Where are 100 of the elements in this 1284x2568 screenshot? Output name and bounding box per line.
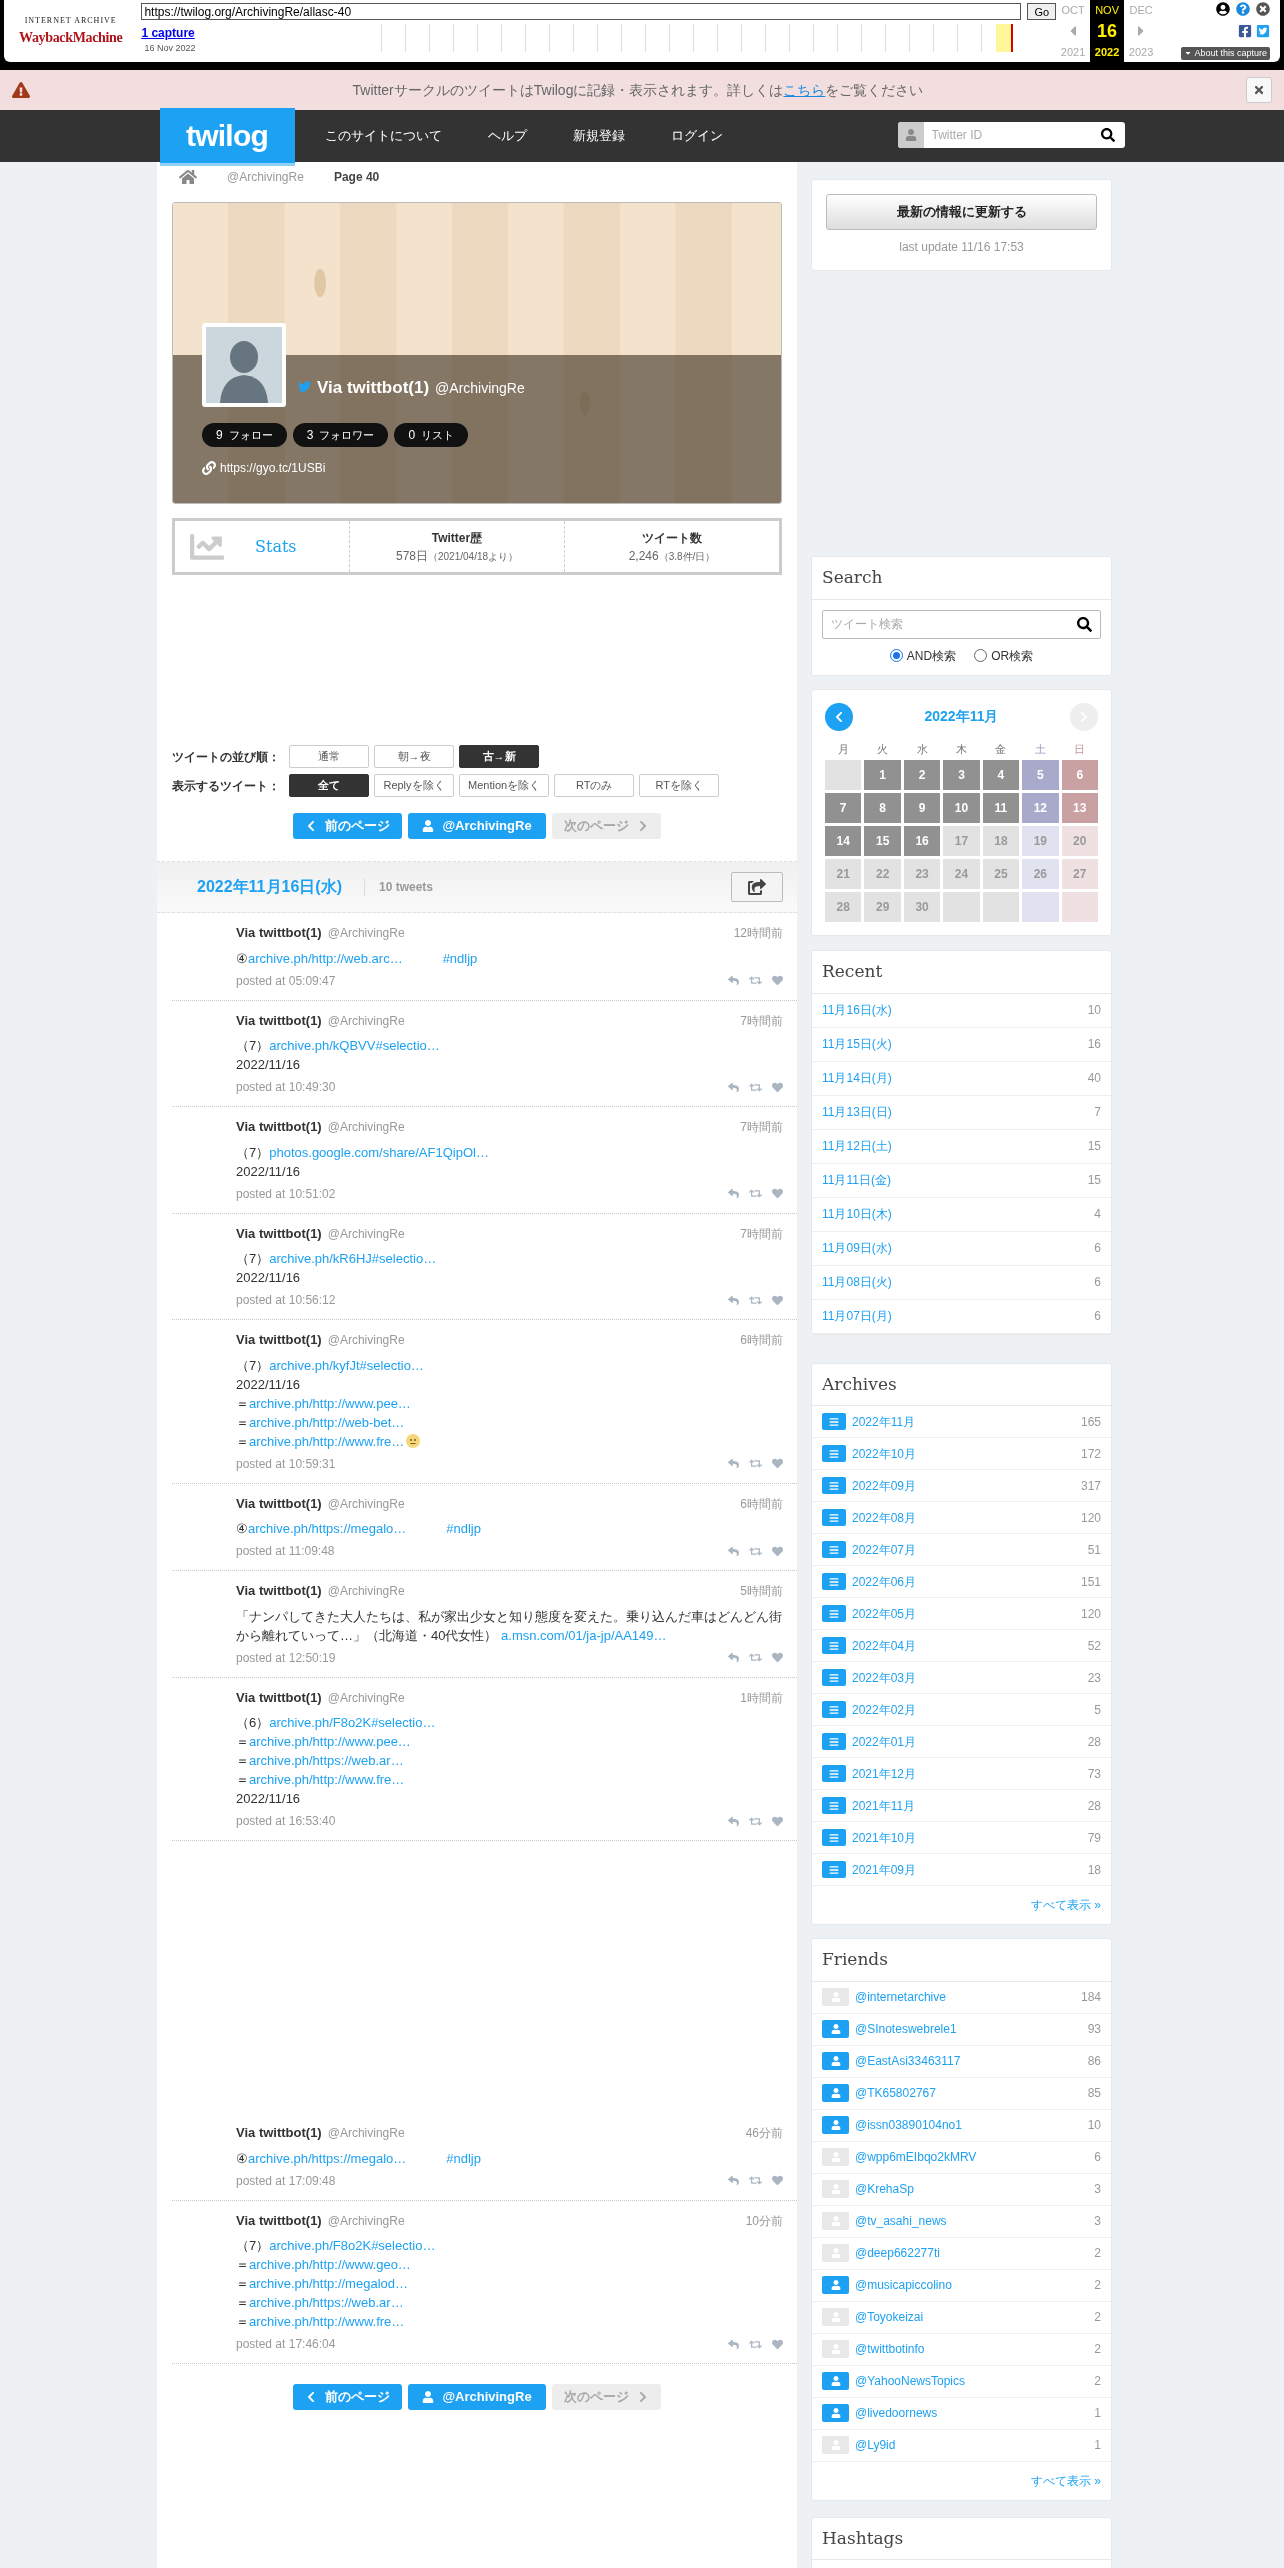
calendar-day[interactable]: 1	[864, 760, 901, 790]
author-name[interactable]: Via twittbot(1)	[236, 1010, 322, 1030]
previous-page-button[interactable]: 前のページ	[293, 2384, 402, 2410]
author-handle[interactable]: @ArchivingRe	[327, 1582, 405, 1600]
close-icon[interactable]	[1256, 2, 1270, 16]
link[interactable]: archive.ph/F8o2K#selectio…	[269, 2238, 436, 2253]
link[interactable]: archive.ph/F8o2K#selectio…	[269, 1715, 436, 1730]
link[interactable]: archive.ph/http://www.pee…	[249, 1395, 411, 1411]
recent-day-link[interactable]: 11月12日(土)	[822, 1137, 892, 1155]
author-name[interactable]: Via twittbot(1)	[236, 923, 322, 943]
filter-option[interactable]: Replyを除く	[374, 774, 454, 797]
retweet-icon[interactable]	[749, 2338, 762, 2350]
author-handle[interactable]: @ArchivingRe	[327, 1688, 405, 1707]
reply-icon[interactable]	[728, 1458, 739, 1469]
archive-month-link[interactable]: 2022年11月	[852, 1412, 916, 1431]
posted-time[interactable]: posted at 10:56:12	[236, 1291, 336, 1309]
friend-avatar[interactable]	[822, 2020, 849, 2038]
author-handle[interactable]: @ArchivingRe	[327, 1118, 405, 1136]
author-name[interactable]: Via twittbot(1)	[236, 1223, 322, 1243]
about-capture-button[interactable]: About this capture	[1181, 46, 1270, 60]
author-name[interactable]: Via twittbot(1)	[236, 1687, 322, 1707]
time-ago[interactable]: 7時間前	[740, 1011, 783, 1030]
time-ago[interactable]: 5時間前	[740, 1582, 783, 1600]
retweet-icon[interactable]	[749, 1545, 762, 1557]
tweet-search-box[interactable]: ツイート検索	[822, 609, 1101, 639]
reply-icon[interactable]	[728, 1081, 739, 1093]
calendar-day[interactable]: 20	[1061, 826, 1098, 856]
friend-link[interactable]: @SInoteswebrele1	[855, 2020, 957, 2038]
retweet-icon[interactable]	[749, 1081, 762, 1093]
avatar[interactable]	[206, 327, 282, 403]
calendar-day[interactable]: 22	[864, 859, 901, 889]
link[interactable]: archive.ph/http://web.arc…	[248, 950, 403, 966]
reply-icon[interactable]	[728, 2338, 739, 2350]
calendar-day[interactable]: 14	[825, 826, 862, 856]
count-pill[interactable]: 0 リスト	[394, 423, 469, 447]
archive-month-link[interactable]: 2022年03月	[852, 1668, 917, 1687]
twitter-icon[interactable]	[1256, 24, 1270, 39]
reply-icon[interactable]	[728, 1188, 739, 1199]
link[interactable]: photos.google.com/share/AF1QipOl…	[269, 1144, 489, 1160]
link[interactable]: archive.ph/kyfJt#selectio…	[269, 1357, 424, 1373]
filter-option[interactable]: Mentionを除く	[459, 774, 550, 797]
calendar-day[interactable]: 23	[903, 859, 941, 889]
archive-month-link[interactable]: 2021年12月	[852, 1764, 917, 1783]
previous-page-button[interactable]: 前のページ	[293, 813, 402, 839]
archive-month-link[interactable]: 2022年01月	[852, 1732, 917, 1751]
link[interactable]: archive.ph/https://web.ar…	[249, 1753, 404, 1768]
posted-time[interactable]: posted at 12:50:19	[236, 1648, 336, 1667]
filter-option[interactable]: RTを除く	[639, 774, 720, 797]
calendar-day[interactable]: 28	[825, 892, 862, 922]
go-button[interactable]: Go	[1027, 3, 1057, 20]
close-button[interactable]	[1246, 77, 1272, 103]
reply-icon[interactable]	[728, 975, 739, 986]
refresh-button[interactable]: 最新の情報に更新する	[826, 194, 1097, 230]
calendar-day[interactable]: 5	[1022, 760, 1059, 790]
heart-icon[interactable]	[772, 1188, 783, 1199]
calendar-day[interactable]: 2	[903, 760, 941, 790]
recent-day-link[interactable]: 11月14日(月)	[822, 1069, 892, 1087]
notice-link[interactable]: こちら	[783, 82, 826, 98]
heart-icon[interactable]	[772, 1652, 783, 1663]
time-ago[interactable]: 7時間前	[740, 1224, 783, 1243]
nav-link[interactable]: このサイトについて	[324, 126, 442, 146]
show-all-link[interactable]: すべて表示 »	[1031, 2471, 1101, 2490]
time-ago[interactable]: 7時間前	[740, 1118, 783, 1136]
search-mode-radio[interactable]: OR検索	[974, 646, 1034, 665]
friend-link[interactable]: @Toyokeizai	[855, 2308, 924, 2326]
calendar-day[interactable]: 17	[943, 826, 980, 856]
profile-url[interactable]: https://gyo.tc/1USBi	[220, 459, 326, 477]
filter-option[interactable]: 朝→夜	[374, 745, 454, 768]
time-ago[interactable]: 1時間前	[740, 1688, 783, 1707]
friend-link[interactable]: @musicapiccolino	[855, 2276, 952, 2294]
friend-avatar[interactable]	[822, 2276, 849, 2294]
calendar-day[interactable]: 24	[943, 859, 980, 889]
archive-month-link[interactable]: 2022年06月	[852, 1572, 917, 1591]
posted-time[interactable]: posted at 10:51:02	[236, 1184, 336, 1203]
friend-avatar[interactable]	[822, 2116, 849, 2134]
reply-icon[interactable]	[728, 1652, 739, 1663]
archive-month-link[interactable]: 2021年10月	[852, 1828, 917, 1847]
friend-link[interactable]: @YahooNewsTopics	[855, 2372, 965, 2390]
friend-link[interactable]: @livedoornews	[855, 2404, 938, 2422]
link[interactable]: archive.ph/kQBVV#selectio…	[269, 1038, 440, 1053]
twilog-logo[interactable]: twilog	[159, 108, 295, 166]
calendar-day[interactable]: 16	[903, 826, 941, 856]
calendar-day[interactable]: 29	[864, 892, 901, 922]
friend-avatar[interactable]	[822, 2052, 849, 2070]
hashtag-link[interactable]: #ndljp	[446, 2150, 481, 2166]
previous-month-button[interactable]	[825, 702, 853, 731]
recent-day-link[interactable]: 11月08日(火)	[822, 1273, 892, 1291]
author-name[interactable]: Via twittbot(1)	[236, 1493, 322, 1513]
posted-time[interactable]: posted at 17:46:04	[236, 2335, 336, 2353]
posted-time[interactable]: posted at 10:59:31	[236, 1454, 336, 1473]
archive-month-link[interactable]: 2022年02月	[852, 1700, 917, 1719]
time-ago[interactable]: 12時間前	[733, 924, 783, 942]
month-column[interactable]: OCT 2021	[1056, 0, 1091, 62]
friend-link[interactable]: @internetarchive	[855, 1988, 946, 2006]
link[interactable]: archive.ph/http://www.pee…	[249, 1734, 411, 1749]
heart-icon[interactable]	[772, 2175, 783, 2186]
author-name[interactable]: Via twittbot(1)	[236, 2210, 322, 2230]
friend-link[interactable]: @wpp6mEIbqo2kMRV	[855, 2148, 977, 2166]
heart-icon[interactable]	[772, 1081, 783, 1093]
filter-option[interactable]: 古→新	[459, 745, 539, 768]
